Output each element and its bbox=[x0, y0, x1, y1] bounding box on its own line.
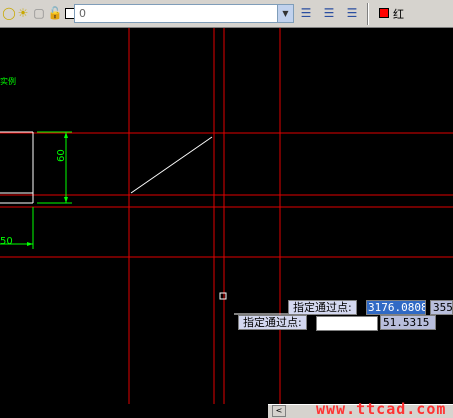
chevron-down-icon[interactable]: ▼ bbox=[277, 5, 293, 22]
dimension-text-vertical: 60 bbox=[56, 149, 67, 162]
dim-arrow bbox=[27, 242, 33, 246]
layers-toolbar: ◯ ☀ ▢ 🔓 0 ▼ ☰ ☰ ☰ 红 bbox=[0, 0, 453, 28]
dynamic-input-x[interactable]: 3176.0808 bbox=[366, 300, 426, 315]
drawing-canvas[interactable] bbox=[0, 0, 453, 418]
dimension-text-horizontal: 50 bbox=[0, 236, 13, 247]
dynamic-input-x-value: 3176.0808 bbox=[367, 301, 425, 314]
freeze-icon[interactable]: ▢ bbox=[32, 6, 46, 20]
color-control-label[interactable]: 红 bbox=[393, 6, 404, 22]
watermark: www.ttcad.com bbox=[316, 400, 447, 418]
dynamic-input-y[interactable]: 355 bbox=[430, 300, 453, 315]
toolbar-separator bbox=[367, 3, 369, 25]
layer-states-icon[interactable]: ☰ bbox=[322, 6, 336, 20]
lightbulb-icon[interactable]: ◯ bbox=[2, 6, 16, 20]
dynamic-input-x-trail[interactable] bbox=[316, 316, 378, 331]
layer-previous-icon[interactable]: ☰ bbox=[345, 6, 359, 20]
annotation-text: 实例 bbox=[0, 77, 16, 86]
autocad-window: 实例 60 50 ◯ ☀ ▢ 🔓 0 ▼ ☰ ☰ ☰ 红 指定通过点: 3176… bbox=[0, 0, 453, 418]
sun-icon[interactable]: ☀ bbox=[16, 6, 30, 20]
dynamic-prompt-label-trail: 指定通过点: bbox=[238, 315, 307, 330]
color-swatch bbox=[379, 8, 389, 18]
object-line bbox=[130, 136, 213, 194]
dynamic-input-y-trail[interactable]: 51.5315 bbox=[380, 315, 436, 330]
dynamic-prompt-label: 指定通过点: bbox=[288, 300, 357, 315]
lock-icon[interactable]: 🔓 bbox=[48, 6, 63, 20]
layer-dropdown[interactable]: 0 ▼ bbox=[74, 4, 294, 23]
scroll-left-button[interactable]: < bbox=[272, 405, 286, 417]
layer-name: 0 bbox=[79, 7, 86, 20]
pickbox-cursor bbox=[219, 292, 227, 300]
dim-arrow bbox=[64, 197, 68, 203]
layer-manager-icon[interactable]: ☰ bbox=[299, 6, 313, 20]
